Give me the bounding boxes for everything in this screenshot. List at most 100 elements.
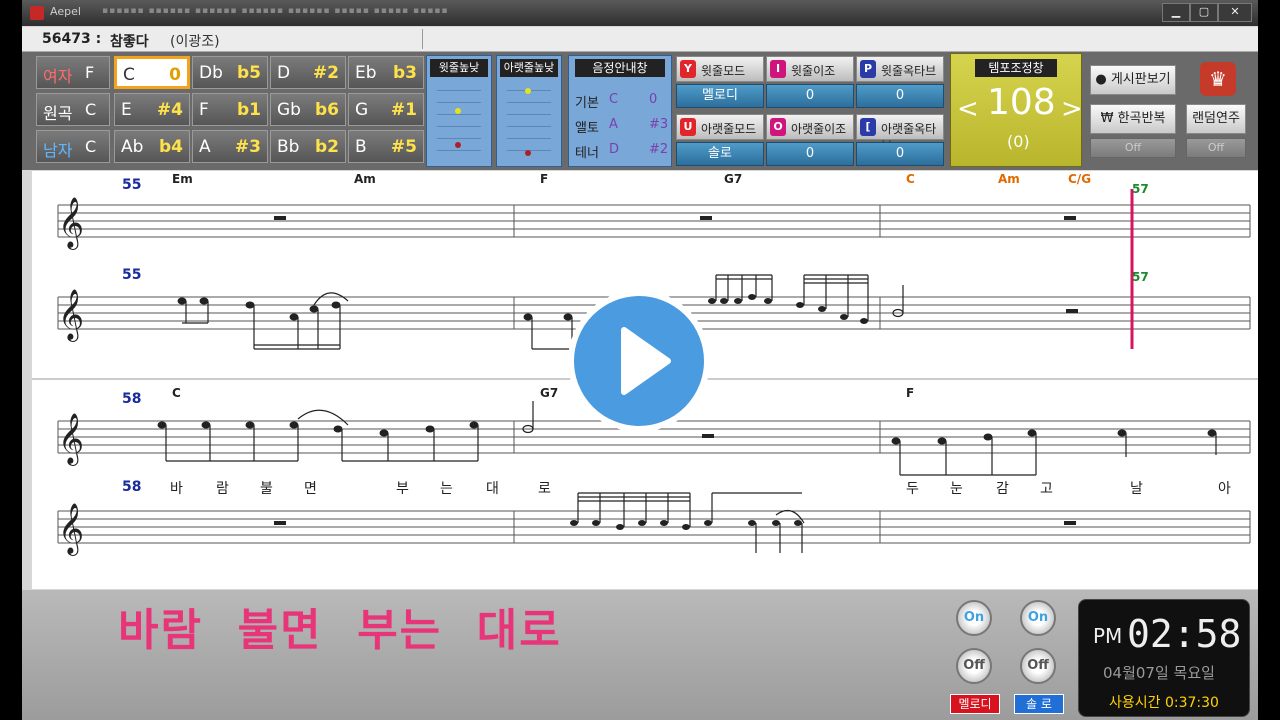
key-shift: b4 <box>159 137 183 157</box>
upper-pitch-base-icon <box>455 142 461 148</box>
measure-number: 55 <box>122 177 141 193</box>
usage-time: 사용시간 0:37:30 <box>1109 695 1219 711</box>
repeat-state[interactable]: Off <box>1090 138 1176 158</box>
mode-value: 멜로디 <box>676 84 764 108</box>
menu-bar[interactable]: ▪▪▪▪▪▪ ▪▪▪▪▪▪ ▪▪▪▪▪▪ ▪▪▪▪▪▪ ▪▪▪▪▪▪ ▪▪▪▪▪… <box>102 6 449 16</box>
treble-clef-icon: 𝄞 <box>58 289 84 342</box>
melody-off-button[interactable]: Off <box>956 648 992 684</box>
key-shift: b5 <box>237 63 261 83</box>
mode-button[interactable]: U 아랫줄모드 <box>676 114 764 140</box>
guide-row: 테너 D #2 <box>575 142 669 161</box>
clock-ampm: PM <box>1093 624 1123 648</box>
repeat-button[interactable]: ₩ 한곡반복 <box>1090 104 1176 134</box>
solo-on-button[interactable]: On <box>1020 600 1056 636</box>
key-row-key: F <box>85 63 95 82</box>
upper-pitch-marker-icon <box>455 108 461 114</box>
upper-pitch-title: 윗줄높낮 <box>430 59 488 77</box>
key-button[interactable]: Bb b2 <box>270 130 346 163</box>
key-name: Ab <box>121 137 144 157</box>
key-name: Db <box>199 63 223 83</box>
key-shift: b2 <box>315 137 339 157</box>
key-row-label[interactable]: 원곡 C <box>36 93 110 126</box>
key-button[interactable]: G #1 <box>348 93 424 126</box>
lyric-syllable: 대 <box>486 481 499 497</box>
tempo-title: 템포조정창 <box>975 59 1057 77</box>
maximize-button[interactable]: ▢ <box>1190 3 1218 22</box>
mode-value: 0 <box>766 84 854 108</box>
melody-on-button[interactable]: On <box>956 600 992 636</box>
mode-button[interactable]: [아랫줄옥타브 <box>856 114 944 153</box>
lyric-syllable: 감 <box>996 481 1009 497</box>
key-button[interactable]: C0 <box>114 56 190 89</box>
lower-pitch-marker-icon <box>525 88 531 94</box>
app-logo-icon <box>30 6 44 20</box>
lower-pitch-title: 아랫줄높낮 <box>500 59 558 77</box>
play-button[interactable] <box>568 290 710 432</box>
mode-button[interactable]: O 아랫줄이조 <box>766 114 854 140</box>
upper-pitch-panel[interactable]: 윗줄높낮 <box>426 55 492 167</box>
clock-time: 02:58 <box>1127 612 1242 656</box>
key-button[interactable]: A #3 <box>192 130 268 163</box>
mode-label: 윗줄모드 <box>701 64 746 78</box>
control-panel: 여자 F C 0 Db b5 D #2 Eb b3 원곡 C E #4 Fb1 Gb b6 G #1 남자 C Ab b4 A… <box>22 52 1258 170</box>
key-name: Eb <box>355 63 377 83</box>
key-row-label[interactable]: 남자 C <box>36 130 110 163</box>
app-logo-icon: ♛ <box>1200 62 1236 96</box>
key-row-key: C <box>85 137 97 156</box>
mode-label: 아랫줄이조 <box>791 122 847 136</box>
tempo-panel[interactable]: 템포조정창 < 108 > (0) <box>950 53 1083 167</box>
key-button[interactable]: Db b5 <box>192 56 268 89</box>
app-window: Aepel ▪▪▪▪▪▪ ▪▪▪▪▪▪ ▪▪▪▪▪▪ ▪▪▪▪▪▪ ▪▪▪▪▪▪… <box>22 0 1258 720</box>
key-name: G <box>355 100 369 120</box>
tempo-down-icon[interactable]: < <box>957 94 979 124</box>
chord-label: G7 <box>540 386 558 400</box>
key-button[interactable]: Gb b6 <box>270 93 346 126</box>
tempo-offset: (0) <box>1007 132 1030 151</box>
chord-label: F <box>540 172 548 186</box>
treble-clef-icon: 𝄞 <box>58 197 84 250</box>
lyric-syllable: 바 <box>170 481 183 497</box>
chord-label: Am <box>998 172 1020 186</box>
key-row-name: 원곡 <box>43 104 73 123</box>
measure-number: 58 <box>122 391 141 407</box>
minimize-button[interactable]: ▁ <box>1162 3 1190 22</box>
key-name: E <box>121 100 132 120</box>
key-button[interactable]: Ab b4 <box>114 130 190 163</box>
key-name: B <box>355 137 367 157</box>
mode-key-icon: P <box>860 60 876 78</box>
key-name: Bb <box>277 137 300 157</box>
key-button[interactable]: E #4 <box>114 93 190 126</box>
chord-label: C <box>906 172 915 186</box>
key-row-label[interactable]: 여자 F <box>36 56 110 89</box>
key-name: A <box>199 137 211 157</box>
lyric-syllable: 면 <box>304 481 317 497</box>
song-number: 56473 : <box>42 31 102 47</box>
mode-button[interactable]: I 윗줄이조 <box>766 56 854 82</box>
close-button[interactable]: ✕ <box>1218 3 1252 22</box>
mode-button[interactable]: Y 윗줄모드 <box>676 56 764 82</box>
lyric-syllable: 는 <box>440 481 453 497</box>
key-shift: 0 <box>169 65 181 85</box>
key-button[interactable]: Fb1 <box>192 93 268 126</box>
key-button[interactable]: Eb b3 <box>348 56 424 89</box>
mode-key-icon: [ <box>860 118 876 136</box>
chord-label: C/G <box>1068 172 1091 186</box>
board-button[interactable]: ● 게시판보기 <box>1090 65 1176 95</box>
chord-label: C <box>172 386 181 400</box>
random-state[interactable]: Off <box>1186 138 1246 158</box>
key-button[interactable]: B #5 <box>348 130 424 163</box>
mode-label: 아랫줄모드 <box>701 122 757 136</box>
mode-value: 솔로 <box>676 142 764 166</box>
solo-off-button[interactable]: Off <box>1020 648 1056 684</box>
mode-button[interactable]: P 윗줄옥타브 <box>856 56 944 82</box>
mode-label: 윗줄이조 <box>791 64 836 78</box>
key-shift: b6 <box>315 100 339 120</box>
lower-pitch-panel[interactable]: 아랫줄높낮 <box>496 55 562 167</box>
random-play-button[interactable]: 랜덤연주 <box>1186 104 1246 134</box>
song-artist: (이광조) <box>170 34 220 50</box>
key-button[interactable]: D #2 <box>270 56 346 89</box>
measure-number: 58 <box>122 479 141 495</box>
key-shift: #3 <box>234 137 261 157</box>
treble-clef-icon: 𝄞 <box>58 503 84 556</box>
tempo-up-icon[interactable]: > <box>1061 94 1083 124</box>
